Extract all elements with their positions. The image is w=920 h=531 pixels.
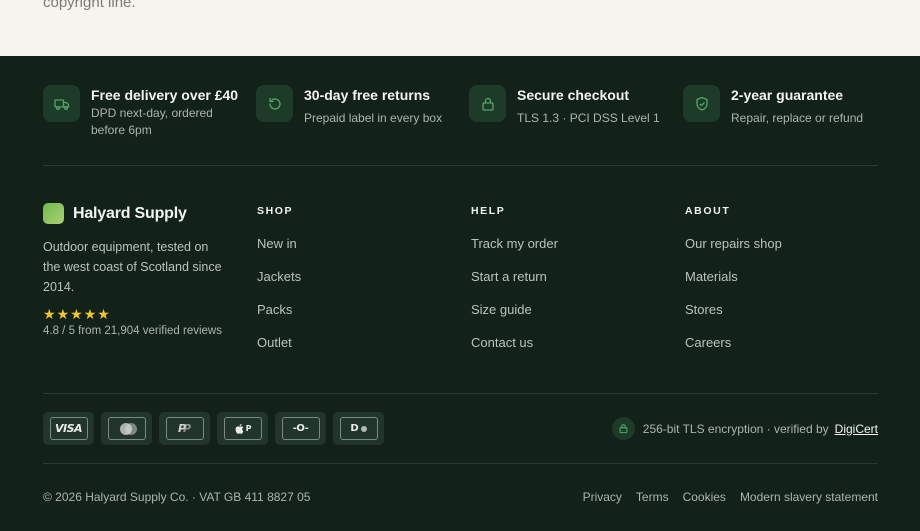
column-heading: ABOUT xyxy=(685,205,731,217)
security-text: 256-bit TLS encryption · verified by xyxy=(642,421,829,436)
visa-icon: VISA xyxy=(43,412,94,445)
footer-column-about: ABOUT Our repairs shop Materials Stores … xyxy=(685,205,782,351)
perk-delivery: Free delivery over £40 DPD next-day, ord… xyxy=(43,85,238,139)
perk-title: Secure checkout xyxy=(517,87,630,103)
brand-logo-icon[interactable] xyxy=(43,203,64,224)
page-top-band: copyright line. xyxy=(0,0,920,56)
perks-row: Free delivery over £40 DPD next-day, ord… xyxy=(43,85,878,145)
divider xyxy=(43,393,878,394)
rating-stars: ★ ★ ★ ★ ★ xyxy=(43,307,243,321)
security-badge: 256-bit TLS encryption · verified by Dig… xyxy=(611,417,878,440)
perk-subtitle: Repair, replace or refund xyxy=(731,111,864,125)
divider xyxy=(43,463,878,464)
footer-link-start-return[interactable]: Start a return xyxy=(471,268,558,285)
footer-link-outlet[interactable]: Outlet xyxy=(257,334,301,351)
perk-title: Free delivery over £40 xyxy=(91,87,239,103)
perk-secure: Secure checkout TLS 1.3 · PCI DSS Level … xyxy=(469,85,660,127)
column-heading: HELP xyxy=(471,205,506,217)
footer-link-packs[interactable]: Packs xyxy=(257,301,301,318)
perk-subtitle: Prepaid label in every box xyxy=(304,111,443,125)
apple-pay-letter: P xyxy=(245,424,252,433)
rating-text: 4.8 / 5 from 21,904 verified reviews xyxy=(43,325,222,337)
payment-methods: VISA PP P -O- D xyxy=(43,412,384,445)
legal-link-cookies[interactable]: Cookies xyxy=(683,490,726,504)
divider xyxy=(43,165,878,166)
footer-link-materials[interactable]: Materials xyxy=(685,268,782,285)
ideal-icon: -O- xyxy=(275,412,326,445)
brand-description: Outdoor equipment, tested on the west co… xyxy=(43,240,222,294)
footer-link-repairs[interactable]: Our repairs shop xyxy=(685,235,782,252)
apple-pay-icon: P xyxy=(217,412,268,445)
legal-link-terms[interactable]: Terms xyxy=(636,490,669,504)
perk-guarantee: 2-year guarantee Repair, replace or refu… xyxy=(683,85,863,127)
column-heading: SHOP xyxy=(257,205,294,217)
mastercard-icon xyxy=(101,412,152,445)
perk-title: 30-day free returns xyxy=(304,87,431,103)
footer-link-new-in[interactable]: New in xyxy=(257,235,301,252)
perk-subtitle: TLS 1.3 · PCI DSS Level 1 xyxy=(517,111,660,125)
site-footer: Free delivery over £40 DPD next-day, ord… xyxy=(0,56,920,531)
legal-link-modern-slavery[interactable]: Modern slavery statement xyxy=(740,490,878,504)
footer-column-help: HELP Track my order Start a return Size … xyxy=(471,205,558,351)
visa-label: VISA xyxy=(54,422,83,435)
footer-bottom-bar: © 2026 Halyard Supply Co. · VAT GB 411 8… xyxy=(43,490,878,504)
footer-link-jackets[interactable]: Jackets xyxy=(257,268,301,285)
brand-name[interactable]: Halyard Supply xyxy=(73,205,187,223)
star-icon: ★ xyxy=(70,306,83,322)
perk-title: 2-year guarantee xyxy=(731,87,844,103)
truck-icon xyxy=(43,85,80,122)
star-icon: ★ xyxy=(97,306,110,322)
diners-label: D xyxy=(350,423,359,434)
perk-subtitle: DPD next-day, ordered before 6pm xyxy=(91,106,213,137)
digicert-link[interactable]: DigiCert xyxy=(835,422,878,436)
star-icon: ★ xyxy=(56,306,70,322)
copyright-text: © 2026 Halyard Supply Co. · VAT GB 411 8… xyxy=(43,490,311,504)
footer-link-track-order[interactable]: Track my order xyxy=(471,235,558,252)
perk-returns: 30-day free returns Prepaid label in eve… xyxy=(256,85,442,127)
footer-link-stores[interactable]: Stores xyxy=(685,301,782,318)
lock-icon xyxy=(469,85,506,122)
diners-club-icon: D xyxy=(333,412,384,445)
brand-block: Halyard Supply Outdoor equipment, tested… xyxy=(43,203,243,337)
legal-links: Privacy Terms Cookies Modern slavery sta… xyxy=(583,490,878,504)
lock-icon xyxy=(611,417,635,440)
footer-link-contact[interactable]: Contact us xyxy=(471,334,558,351)
footer-column-shop: SHOP New in Jackets Packs Outlet xyxy=(257,205,301,351)
ideal-label: -O- xyxy=(292,423,309,434)
footer-link-careers[interactable]: Careers xyxy=(685,334,782,351)
paypal-icon: PP xyxy=(159,412,210,445)
legal-link-privacy[interactable]: Privacy xyxy=(583,490,622,504)
returns-icon xyxy=(256,85,293,122)
star-icon: ★ xyxy=(83,306,97,322)
cut-off-text: copyright line. xyxy=(43,0,136,11)
star-icon: ★ xyxy=(43,306,56,322)
footer-link-size-guide[interactable]: Size guide xyxy=(471,301,558,318)
shield-check-icon xyxy=(683,85,720,122)
